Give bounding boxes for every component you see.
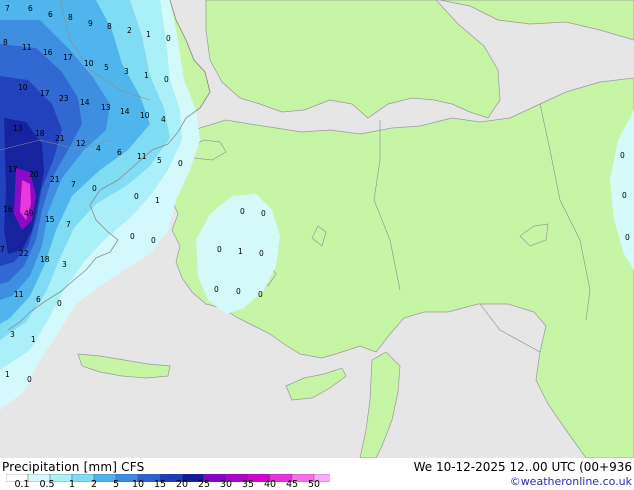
legend-tick-label: 1 — [68, 479, 76, 490]
legend-tick-label: 35 — [241, 479, 255, 490]
map-value-label: 0 — [259, 249, 264, 258]
map-value-label: 8 — [68, 13, 73, 22]
map-value-label: 4 — [96, 144, 101, 153]
map-value-label: 5 — [104, 63, 109, 72]
map-value-label: 11 — [14, 290, 24, 299]
map-value-label: 16 — [3, 205, 13, 214]
map-value-label: 3 — [62, 260, 67, 269]
legend-tick-label: 2 — [90, 479, 98, 490]
legend-tick-label: 0.5 — [39, 479, 55, 490]
map-value-label: 0 — [92, 184, 97, 193]
map-value-label: 0 — [178, 159, 183, 168]
map-value-label: 1 — [5, 370, 10, 379]
map-value-label: 1 — [31, 335, 36, 344]
map-value-label: 5 — [157, 156, 162, 165]
map-value-label: 15 — [45, 215, 55, 224]
map-value-label: 18 — [35, 129, 45, 138]
precipitation-map: 7 6 6 8 9 8 2 1 0 8 11 16 17 10 5 3 1 0 10 17 23 14 13 14 10 4 13 1… — [0, 0, 634, 458]
map-value-label: 13 — [101, 103, 111, 112]
map-value-label: 0 — [236, 287, 241, 296]
map-value-label: 0 — [57, 299, 62, 308]
map-value-label: 0 — [217, 245, 222, 254]
map-value-label: 18 — [40, 255, 50, 264]
map-value-label: 6 — [28, 4, 33, 13]
map-value-label: 0 — [620, 151, 625, 160]
map-value-label: 0 — [27, 375, 32, 384]
map-value-label: 21 — [55, 134, 65, 143]
map-value-label: 0 — [214, 285, 219, 294]
map-value-label: 14 — [120, 107, 130, 116]
map-value-label: 7 — [66, 220, 71, 229]
forecast-datetime: We 10-12-2025 12..00 UTC (00+936 — [413, 460, 632, 474]
map-value-label: 11 — [22, 43, 32, 52]
legend-tick-label: 20 — [175, 479, 189, 490]
map-value-label: 0 — [151, 236, 156, 245]
map-value-label: 7 — [71, 180, 76, 189]
map-value-label: 0 — [240, 207, 245, 216]
map-value-label: 0 — [261, 209, 266, 218]
map-value-label: 1 — [146, 30, 151, 39]
map-value-label: 8 — [3, 38, 8, 47]
map-value-label: 0 — [258, 290, 263, 299]
map-value-label: 21 — [50, 175, 60, 184]
map-value-label: 10 — [140, 111, 150, 120]
legend-tick-label: 40 — [263, 479, 277, 490]
map-value-label: 16 — [43, 48, 53, 57]
map-value-label: 49 — [24, 209, 34, 218]
legend-tick-label: 5 — [112, 479, 120, 490]
map-footer: Precipitation [mm] CFS We 10-12-2025 12.… — [0, 458, 634, 490]
map-value-label: 6 — [36, 295, 41, 304]
map-value-label: 4 — [161, 115, 166, 124]
map-value-label: 23 — [59, 94, 69, 103]
map-title: Precipitation [mm] CFS — [2, 460, 145, 474]
map-value-label: 7 — [0, 245, 5, 254]
map-value-label: 6 — [48, 10, 53, 19]
map-value-label: 13 — [13, 124, 23, 133]
legend-tick-label: 15 — [153, 479, 167, 490]
map-value-label: 20 — [29, 170, 39, 179]
map-value-label: 2 — [127, 26, 132, 35]
map-value-label: 1 — [144, 71, 149, 80]
map-value-label: 17 — [8, 165, 18, 174]
map-value-label: 14 — [80, 98, 90, 107]
legend-tick-label: 50 — [307, 479, 321, 490]
map-value-label: 7 — [5, 4, 10, 13]
map-value-label: 11 — [137, 152, 147, 161]
map-value-label: 0 — [166, 34, 171, 43]
map-value-label: 0 — [622, 191, 627, 200]
map-value-label: 12 — [76, 139, 86, 148]
map-value-label: 1 — [238, 247, 243, 256]
legend-tick-label: 10 — [131, 479, 145, 490]
legend-tick-label: 45 — [285, 479, 299, 490]
legend-tick-label: 30 — [219, 479, 233, 490]
map-value-label: 9 — [88, 19, 93, 28]
map-value-label: 22 — [19, 249, 29, 258]
map-value-label: 3 — [10, 330, 15, 339]
map-value-label: 3 — [124, 67, 129, 76]
legend-ticks: 0.1 0.5 1 2 5 10 15 20 25 30 35 40 45 50 — [0, 480, 340, 490]
map-value-label: 1 — [155, 196, 160, 205]
credit-link[interactable]: ©weatheronline.co.uk — [510, 475, 632, 488]
map-value-label: 10 — [18, 83, 28, 92]
map-value-label: 6 — [117, 148, 122, 157]
legend-tick-label: 25 — [197, 479, 211, 490]
map-value-label: 0 — [130, 232, 135, 241]
map-value-label: 0 — [134, 192, 139, 201]
map-value-label: 0 — [625, 233, 630, 242]
map-value-label: 10 — [84, 59, 94, 68]
map-value-label: 0 — [164, 75, 169, 84]
map-value-label: 17 — [40, 89, 50, 98]
map-value-label: 17 — [63, 53, 73, 62]
legend-tick-label: 0.1 — [14, 479, 30, 490]
map-value-label: 8 — [107, 22, 112, 31]
